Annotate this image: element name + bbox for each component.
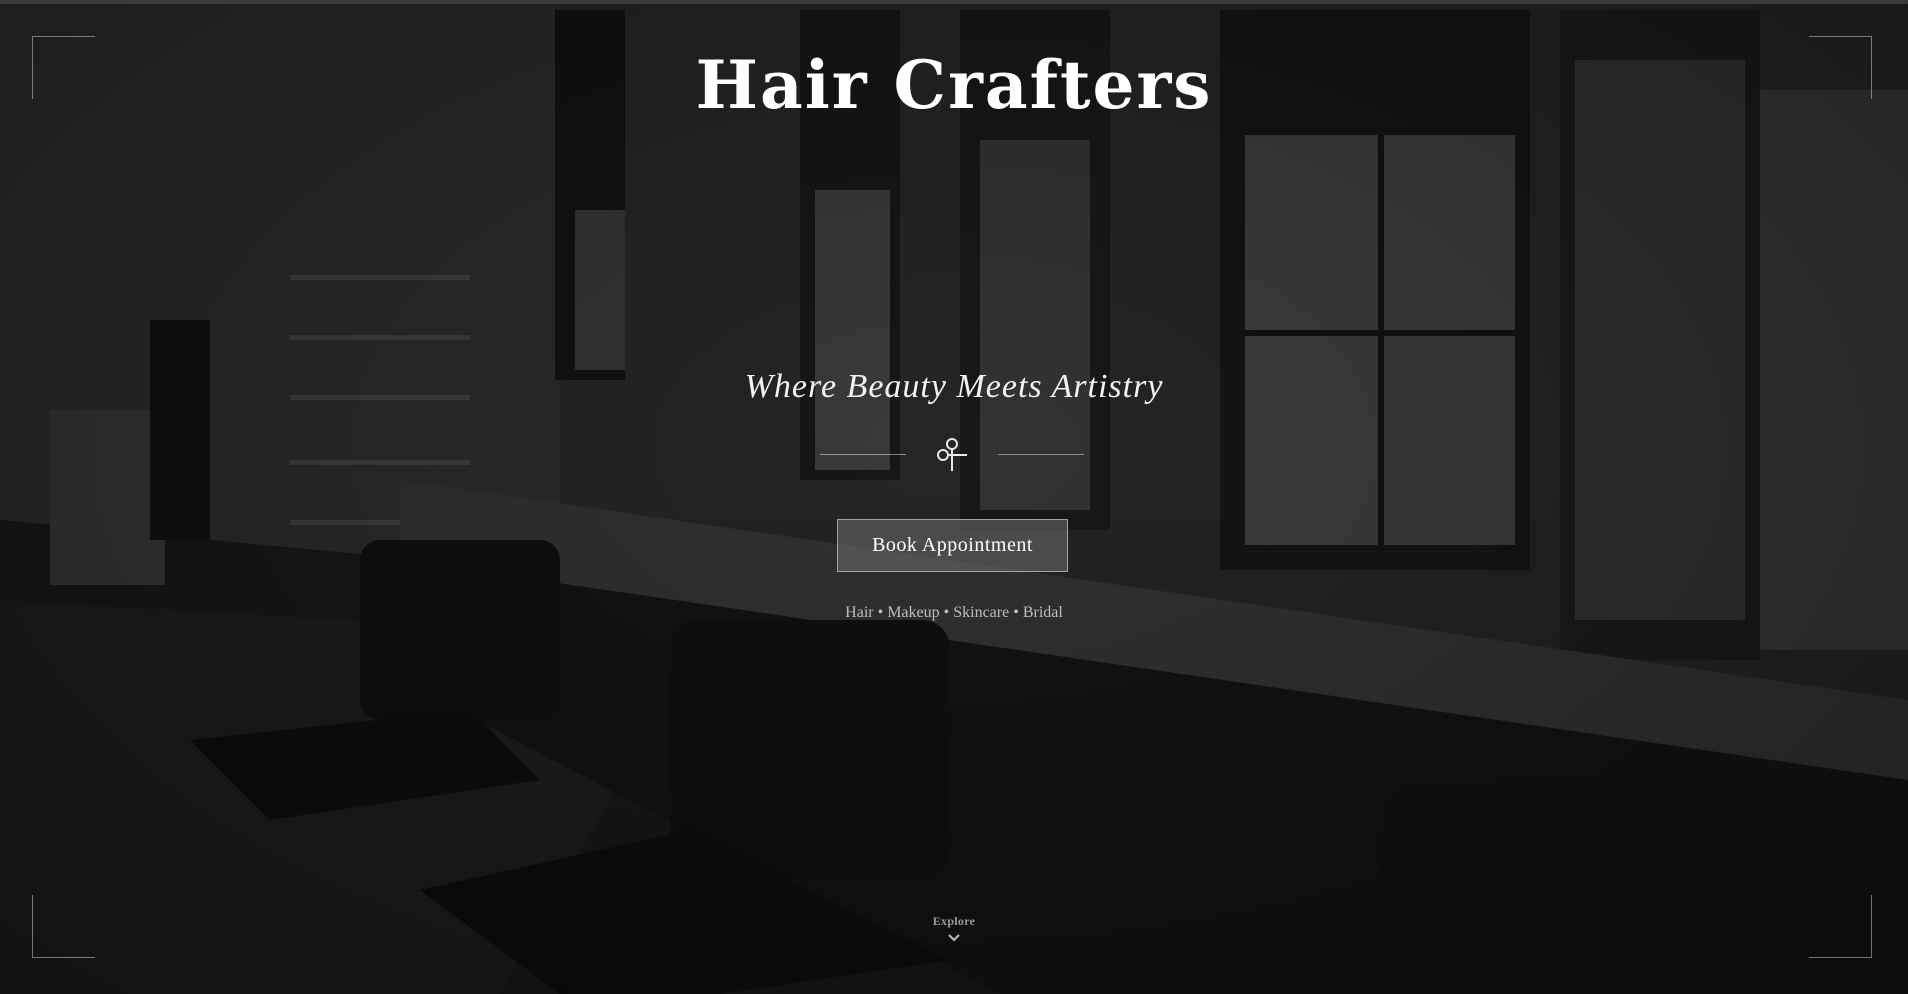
frame-corner-bottom-left	[32, 895, 95, 958]
frame-corner-bottom-right	[1809, 895, 1872, 958]
explore-label: Explore	[932, 914, 976, 928]
tagline: Where Beauty Meets Artistry	[744, 368, 1164, 405]
hero-section: Hair Crafters Where Beauty Meets Artistr…	[0, 0, 1908, 994]
divider-line-right	[998, 454, 1084, 455]
dark-overlay	[0, 0, 1908, 994]
explore-scroll-link[interactable]: Explore	[904, 914, 1004, 954]
top-border	[0, 0, 1908, 4]
page-title: Hair Crafters	[695, 46, 1213, 124]
book-appointment-button[interactable]: Book Appointment	[837, 519, 1068, 572]
scissors-icon	[937, 438, 967, 471]
chevron-down-icon	[948, 934, 960, 942]
services-list: Hair • Makeup • Skincare • Bridal	[845, 604, 1063, 621]
ornamental-divider	[820, 437, 1084, 473]
divider-line-left	[820, 454, 906, 455]
